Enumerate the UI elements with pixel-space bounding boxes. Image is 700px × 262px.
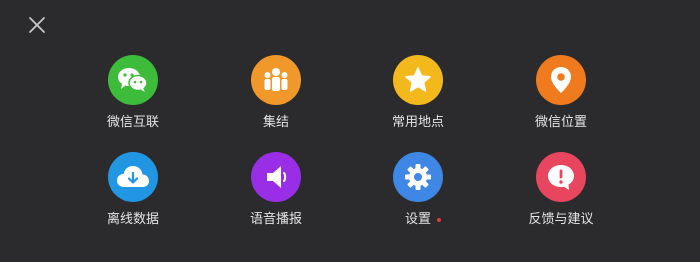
feedback-icon [536, 152, 586, 202]
menu-item-settings[interactable]: 设置 [363, 152, 473, 228]
notification-dot [437, 218, 441, 222]
menu-item-label: 常用地点 [391, 115, 444, 130]
menu-item-voice-broadcast[interactable]: 语音播报 [221, 152, 331, 228]
menu-item-gather[interactable]: 集结 [221, 55, 331, 131]
cloud-download-icon [108, 152, 158, 202]
menu-item-favorite-places[interactable]: 常用地点 [363, 55, 473, 131]
menu-item-feedback[interactable]: 反馈与建议 [506, 152, 616, 228]
group-icon [251, 55, 301, 105]
menu-item-label: 微信位置 [534, 115, 587, 130]
menu-item-label: 设置 [404, 212, 441, 228]
menu-item-label: 语音播报 [249, 212, 302, 227]
menu-item-wechat-location[interactable]: 微信位置 [506, 55, 616, 131]
menu-item-label: 集结 [262, 115, 289, 130]
star-icon [393, 55, 443, 105]
menu-item-label: 反馈与建议 [528, 212, 594, 227]
menu-item-offline-data[interactable]: 离线数据 [78, 152, 188, 228]
gear-icon [393, 152, 443, 202]
settings-label-text: 设置 [404, 212, 431, 227]
menu-item-wechat-connect[interactable]: 微信互联 [78, 55, 188, 131]
location-pin-icon [536, 55, 586, 105]
wechat-icon [108, 55, 158, 105]
menu-grid: 微信互联 集结 常用地点 微信位置 离线数据 语音播报 设置 反馈与建议 [0, 0, 700, 262]
speaker-icon [251, 152, 301, 202]
menu-item-label: 微信互联 [106, 115, 159, 130]
menu-item-label: 离线数据 [106, 212, 159, 227]
